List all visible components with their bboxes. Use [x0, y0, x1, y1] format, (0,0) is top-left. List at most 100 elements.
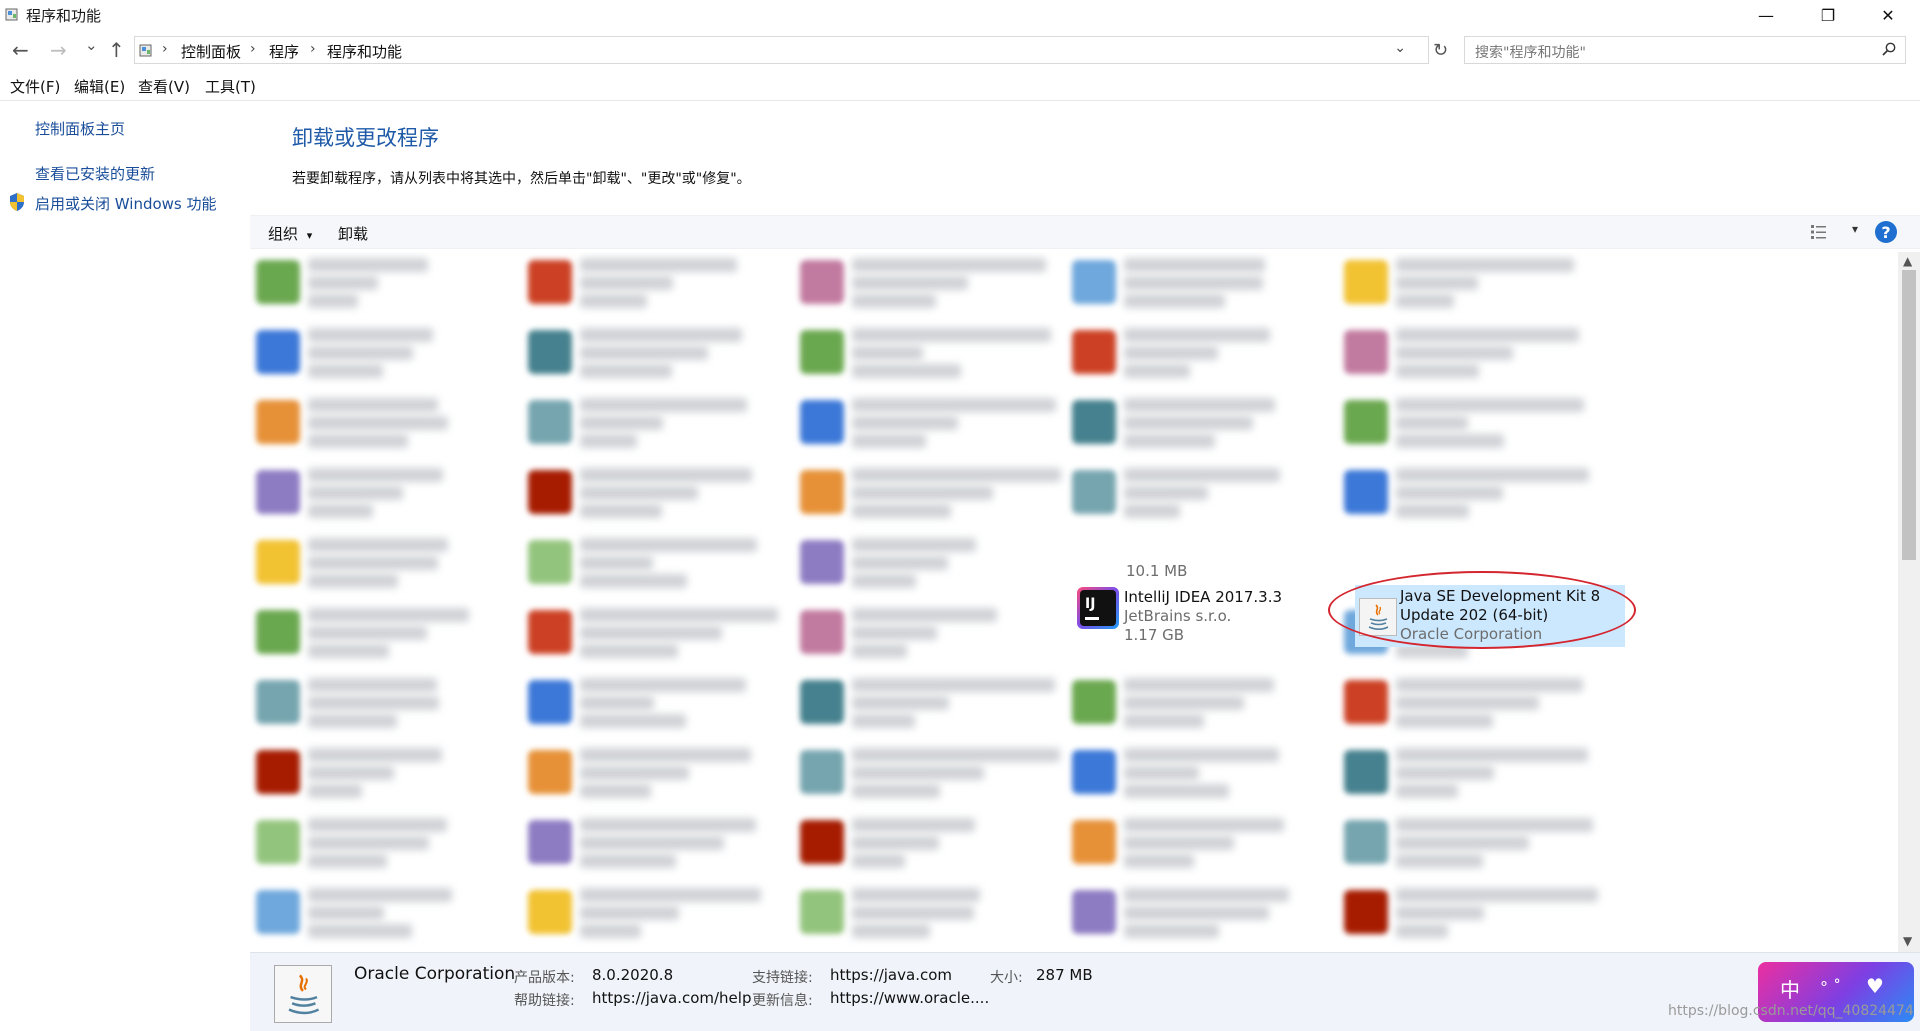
program-item[interactable]: [1066, 322, 1326, 386]
scroll-down-arrow-icon[interactable]: ▼: [1903, 934, 1912, 948]
program-item[interactable]: [250, 462, 510, 526]
scroll-up-arrow-icon[interactable]: ▲: [1903, 254, 1912, 268]
up-button[interactable]: ↑: [108, 38, 125, 62]
program-item[interactable]: [250, 602, 510, 666]
program-item[interactable]: [250, 252, 510, 316]
details-support-link[interactable]: https://java.com: [830, 966, 952, 984]
view-options-dropdown[interactable]: ▾: [1852, 222, 1858, 236]
program-item[interactable]: [1066, 742, 1326, 806]
vertical-scrollbar[interactable]: ▲ ▼: [1898, 252, 1920, 952]
program-item-intellij[interactable]: IntelliJ IDEA 2017.3.3 JetBrains s.r.o. …: [1124, 588, 1282, 645]
program-icon: [1344, 890, 1388, 934]
program-item[interactable]: [522, 252, 782, 316]
recent-locations-button[interactable]: ⌄: [85, 36, 98, 54]
blurred-text: [1396, 748, 1588, 762]
blurred-text: [852, 468, 1061, 482]
program-item[interactable]: [522, 532, 782, 596]
list-view-icon[interactable]: [1810, 223, 1828, 241]
program-item[interactable]: [794, 812, 1054, 876]
program-item[interactable]: [522, 882, 782, 946]
search-input[interactable]: 搜索"程序和功能": [1464, 36, 1906, 64]
program-item[interactable]: [794, 392, 1056, 456]
program-size: 1.17 GB: [1124, 626, 1185, 644]
details-update-info[interactable]: https://www.oracle....: [830, 989, 989, 1007]
organize-button[interactable]: 组织 ▾: [268, 223, 312, 244]
program-item[interactable]: [794, 882, 1054, 946]
sidebar-link-installed-updates[interactable]: 查看已安装的更新: [35, 163, 155, 184]
uninstall-button[interactable]: 卸载: [338, 223, 368, 244]
program-icon: [1072, 470, 1116, 514]
program-item[interactable]: [1066, 392, 1326, 456]
program-item[interactable]: [522, 322, 782, 386]
blurred-text: [308, 608, 469, 622]
forward-button[interactable]: →: [50, 38, 67, 62]
program-item[interactable]: [1066, 882, 1326, 946]
program-item[interactable]: [250, 672, 510, 736]
program-item[interactable]: [1338, 252, 1598, 316]
program-item[interactable]: [1338, 812, 1598, 876]
watermark-text: https://blog.csdn.net/qq_40824474: [1668, 1003, 1914, 1019]
program-item[interactable]: [794, 462, 1061, 526]
minimize-button[interactable]: —: [1743, 0, 1789, 30]
address-dropdown-button[interactable]: ⌄: [1394, 40, 1406, 56]
blurred-text: [1396, 416, 1468, 430]
menu-file[interactable]: 文件(F): [10, 76, 60, 97]
program-icon: [800, 470, 844, 514]
program-item[interactable]: [794, 602, 1054, 666]
program-icon: [1344, 750, 1388, 794]
program-item[interactable]: [522, 672, 782, 736]
program-item[interactable]: [250, 392, 510, 456]
program-item[interactable]: [794, 532, 1054, 596]
program-item[interactable]: [1066, 812, 1326, 876]
blurred-text: [1124, 678, 1274, 692]
program-item[interactable]: [1066, 462, 1326, 526]
blurred-text: [308, 398, 438, 412]
program-item[interactable]: [794, 672, 1055, 736]
program-item[interactable]: [250, 742, 510, 806]
program-item[interactable]: [1338, 672, 1598, 736]
program-item[interactable]: [1338, 392, 1598, 456]
menu-view[interactable]: 查看(V): [138, 76, 190, 97]
program-item[interactable]: [794, 252, 1054, 316]
blurred-text: [580, 486, 698, 500]
breadcrumb-programs[interactable]: 程序: [269, 41, 299, 62]
program-item[interactable]: [522, 392, 782, 456]
program-item[interactable]: [794, 322, 1054, 386]
blurred-text: [1396, 434, 1504, 448]
program-item[interactable]: [522, 462, 782, 526]
program-item[interactable]: [1338, 742, 1598, 806]
program-icon: [1344, 330, 1388, 374]
program-item[interactable]: [250, 882, 510, 946]
menu-tools[interactable]: 工具(T): [205, 76, 256, 97]
program-item[interactable]: [794, 742, 1060, 806]
program-item[interactable]: [1338, 882, 1598, 946]
back-button[interactable]: ←: [12, 38, 29, 62]
maximize-button[interactable]: ❐: [1805, 0, 1851, 30]
program-item[interactable]: [1066, 672, 1326, 736]
close-button[interactable]: ✕: [1865, 0, 1911, 30]
program-item[interactable]: [1066, 252, 1326, 316]
program-item[interactable]: [250, 812, 510, 876]
menu-edit[interactable]: 编辑(E): [74, 76, 125, 97]
program-item[interactable]: [250, 322, 510, 386]
scrollbar-thumb[interactable]: [1902, 270, 1916, 560]
program-item[interactable]: [522, 742, 782, 806]
program-item[interactable]: [1338, 462, 1598, 526]
program-item[interactable]: [522, 602, 782, 666]
help-icon[interactable]: ?: [1875, 221, 1897, 243]
address-bar[interactable]: › 控制面板 › 程序 › 程序和功能 ⌄: [134, 36, 1429, 64]
details-size: 287 MB: [1036, 966, 1093, 984]
blurred-text: [852, 416, 958, 430]
program-icon: [800, 540, 844, 584]
details-help-link[interactable]: https://java.com/help: [592, 989, 751, 1007]
sidebar-link-home[interactable]: 控制面板主页: [35, 118, 125, 139]
refresh-button[interactable]: ↻: [1433, 40, 1448, 61]
program-item[interactable]: [250, 532, 510, 596]
sidebar-link-windows-features[interactable]: 启用或关闭 Windows 功能: [35, 193, 217, 214]
breadcrumb-programs-and-features[interactable]: 程序和功能: [327, 41, 402, 62]
program-list[interactable]: [250, 252, 1898, 952]
blurred-text: [852, 906, 974, 920]
program-item[interactable]: [1338, 322, 1598, 386]
program-item[interactable]: [522, 812, 782, 876]
breadcrumb-control-panel[interactable]: 控制面板: [181, 41, 241, 62]
